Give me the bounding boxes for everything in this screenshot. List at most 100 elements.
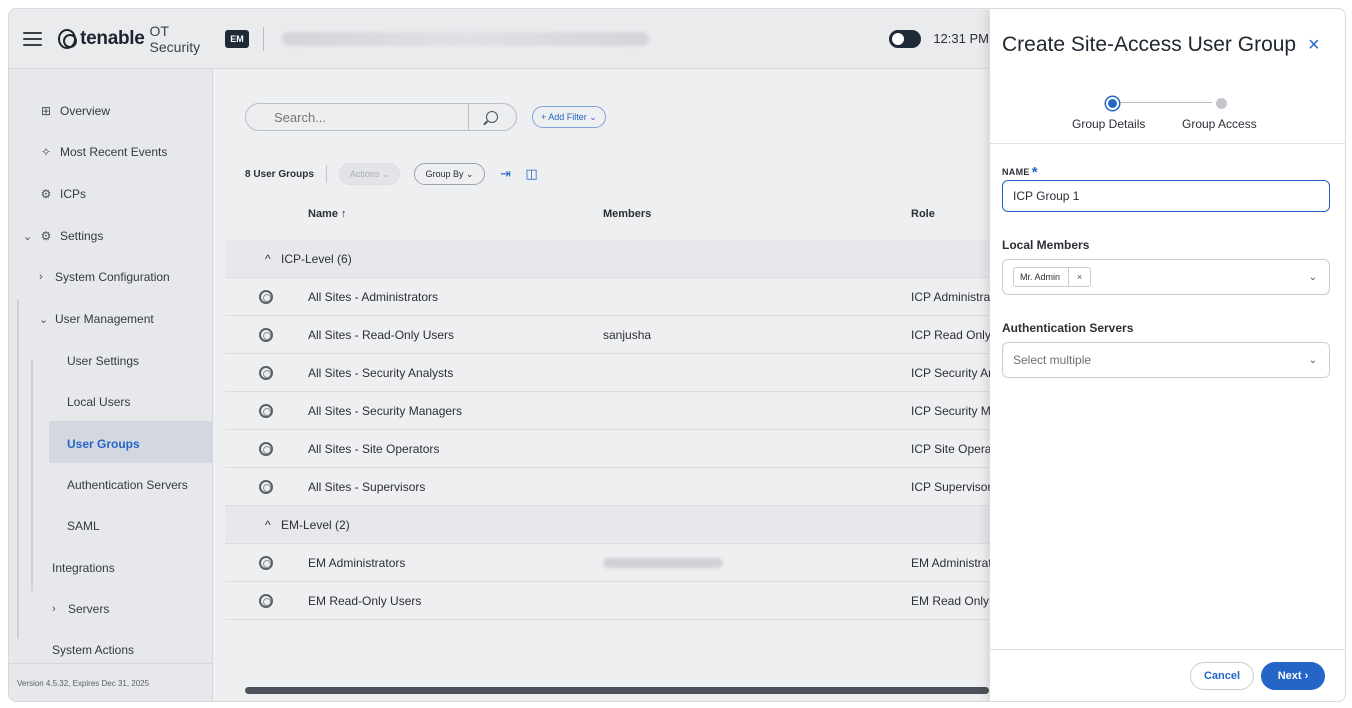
column-header-role[interactable]: Role bbox=[911, 208, 935, 220]
table-row[interactable]: All Sites - Security Managers ICP Securi… bbox=[225, 392, 997, 430]
sidebar-item-label: Authentication Servers bbox=[67, 478, 188, 492]
sidebar-item-label: Most Recent Events bbox=[60, 145, 168, 159]
group-icon bbox=[259, 328, 273, 342]
stepper-line bbox=[1112, 102, 1212, 103]
add-filter-button[interactable]: + Add Filter ⌄ bbox=[532, 106, 606, 128]
step-dot-active[interactable] bbox=[1106, 97, 1119, 110]
table-row[interactable]: All Sites - Administrators ICP Administr… bbox=[225, 278, 993, 316]
row-name: All Sites - Security Analysts bbox=[308, 366, 454, 380]
actions-button[interactable]: Actions ⌄ bbox=[338, 163, 401, 185]
search-box bbox=[245, 103, 517, 131]
clock: 12:31 PM bbox=[933, 31, 989, 46]
next-button[interactable]: Next › bbox=[1261, 662, 1325, 690]
sidebar-item-local-users[interactable]: Local Users bbox=[67, 395, 130, 409]
table-row[interactable]: EM Read-Only Users EM Read Only bbox=[225, 582, 989, 620]
toolbar-divider bbox=[325, 165, 327, 183]
step-label-group-details[interactable]: Group Details bbox=[1072, 117, 1145, 131]
horizontal-scrollbar[interactable] bbox=[245, 687, 989, 694]
group-icon bbox=[259, 556, 273, 570]
group-icon bbox=[259, 290, 273, 304]
sidebar-item-label: Integrations bbox=[52, 561, 115, 575]
sidebar-item-label: System Actions bbox=[52, 643, 135, 657]
chevron-up-icon: ^ bbox=[265, 518, 271, 532]
sidebar-item-user-groups[interactable]: User Groups bbox=[67, 437, 140, 451]
chevron-right-icon: › bbox=[39, 271, 43, 283]
member-chip-label: Mr. Admin bbox=[1020, 272, 1061, 282]
gear-icon: ⚙ bbox=[40, 229, 52, 243]
cancel-button[interactable]: Cancel bbox=[1190, 662, 1254, 690]
icp-icon: ⚙ bbox=[40, 187, 52, 201]
table-toolbar: 8 User Groups Actions ⌄ Group By ⌄ ⇥ ◫ bbox=[245, 159, 551, 189]
sidebar-item-settings[interactable]: ⌄ ⚙ Settings bbox=[23, 229, 103, 243]
row-name: All Sites - Security Managers bbox=[308, 404, 463, 418]
search-button[interactable] bbox=[468, 104, 514, 130]
sidebar-item-overview[interactable]: ⊞ Overview bbox=[39, 104, 110, 118]
member-chip: Mr. Admin × bbox=[1013, 267, 1092, 287]
search-icon bbox=[485, 111, 498, 123]
group-row-em-level[interactable]: ^ EM-Level (2) bbox=[225, 506, 989, 544]
chevron-down-icon: ⌄ bbox=[39, 313, 49, 326]
local-members-label: Local Members bbox=[1002, 238, 1090, 252]
table-row[interactable]: All Sites - Site Operators ICP Site Oper… bbox=[225, 430, 995, 468]
redacted-members bbox=[603, 558, 723, 568]
sidebar-item-user-settings[interactable]: User Settings bbox=[67, 354, 139, 368]
sidebar-item-integrations[interactable]: Integrations bbox=[52, 561, 115, 575]
panel-divider bbox=[990, 143, 1345, 144]
table-row[interactable]: EM Administrators EM Administrato bbox=[225, 544, 998, 582]
auth-servers-select[interactable]: Select multiple ⌄ bbox=[1002, 342, 1330, 378]
sidebar-item-system-configuration[interactable]: › System Configuration bbox=[39, 270, 170, 284]
top-bar: tenable OT Security EM 12:31 PM bbox=[9, 9, 989, 69]
group-icon bbox=[259, 442, 273, 456]
sidebar-item-authentication-servers[interactable]: Authentication Servers bbox=[67, 478, 188, 492]
row-name: EM Read-Only Users bbox=[308, 594, 422, 608]
export-icon[interactable]: ⇥ bbox=[499, 166, 513, 181]
row-name: All Sites - Site Operators bbox=[308, 442, 440, 456]
sidebar-item-icps[interactable]: ⚙ ICPs bbox=[39, 187, 86, 201]
group-by-button[interactable]: Group By ⌄ bbox=[414, 163, 485, 185]
chevron-down-icon: ⌄ bbox=[23, 230, 33, 243]
column-header-members[interactable]: Members bbox=[603, 208, 651, 220]
row-role: ICP Read Only bbox=[911, 328, 991, 342]
columns-icon[interactable]: ◫ bbox=[525, 166, 539, 181]
name-input[interactable] bbox=[1002, 180, 1330, 212]
redacted-header-text bbox=[281, 31, 650, 46]
theme-toggle[interactable] bbox=[889, 29, 922, 48]
sidebar-item-user-management[interactable]: ⌄ User Management bbox=[39, 312, 154, 326]
row-role: ICP Security Ma bbox=[911, 404, 998, 418]
table-header: Name ↑ Members Role bbox=[225, 196, 989, 232]
sidebar-item-label: Settings bbox=[60, 229, 104, 243]
table-row[interactable]: All Sites - Read-Only Users sanjusha ICP… bbox=[225, 316, 991, 354]
group-icon bbox=[259, 594, 273, 608]
hamburger-menu-icon[interactable] bbox=[23, 31, 42, 46]
sidebar: ⊞ Overview ✧ Most Recent Events ⚙ ICPs ⌄… bbox=[9, 69, 213, 701]
tenable-logo-icon bbox=[57, 28, 78, 49]
chip-remove-icon[interactable]: × bbox=[1068, 267, 1090, 287]
step-dot-idle[interactable] bbox=[1216, 98, 1227, 109]
column-header-name[interactable]: Name ↑ bbox=[308, 208, 347, 220]
close-icon[interactable]: × bbox=[1308, 35, 1320, 55]
group-row-icp-level[interactable]: ^ ICP-Level (6) bbox=[225, 240, 989, 278]
group-icon bbox=[259, 480, 273, 494]
row-role: ICP Security An bbox=[911, 366, 995, 380]
auth-servers-placeholder: Select multiple bbox=[1013, 353, 1092, 367]
grid-icon: ⊞ bbox=[40, 104, 52, 118]
sidebar-item-most-recent-events[interactable]: ✧ Most Recent Events bbox=[39, 145, 167, 159]
step-label-group-access[interactable]: Group Access bbox=[1182, 117, 1257, 131]
group-label: EM-Level (2) bbox=[281, 518, 350, 532]
row-role: EM Administrato bbox=[911, 556, 999, 570]
search-input[interactable] bbox=[246, 109, 468, 125]
app-window: tenable OT Security EM 12:31 PM ⊞ Overvi… bbox=[8, 8, 1346, 702]
nav-subtree-line bbox=[31, 359, 33, 591]
table-row[interactable]: All Sites - Security Analysts ICP Securi… bbox=[225, 354, 995, 392]
group-icon bbox=[259, 366, 273, 380]
local-members-select[interactable]: Mr. Admin × ⌄ bbox=[1002, 259, 1330, 295]
sidebar-item-system-actions[interactable]: System Actions bbox=[52, 643, 134, 657]
row-role: ICP Administrat bbox=[911, 290, 994, 304]
brand-logo[interactable]: tenable OT Security bbox=[57, 23, 215, 55]
sidebar-item-label: ICPs bbox=[60, 187, 87, 201]
sidebar-item-servers[interactable]: › Servers bbox=[52, 602, 109, 616]
required-marker: * bbox=[1031, 164, 1038, 181]
sidebar-item-label: User Management bbox=[55, 312, 154, 326]
table-row[interactable]: All Sites - Supervisors ICP Supervisor bbox=[225, 468, 991, 506]
sidebar-item-saml[interactable]: SAML bbox=[67, 519, 100, 533]
